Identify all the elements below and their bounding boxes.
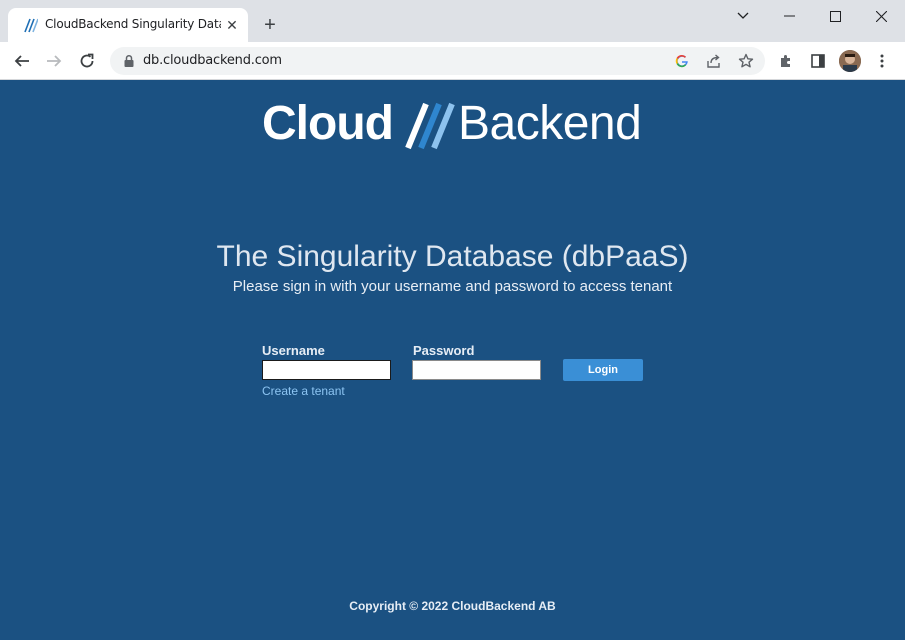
profile-avatar[interactable] [839, 50, 861, 72]
favicon-icon [24, 18, 38, 33]
page-title: The Singularity Database (dbPaaS) [216, 240, 689, 273]
reload-icon [80, 53, 94, 68]
password-label: Password [413, 343, 475, 358]
forward-icon [47, 55, 62, 67]
google-icon[interactable] [672, 51, 692, 71]
extensions-icon[interactable] [776, 51, 796, 71]
close-icon [875, 10, 887, 22]
tab-strip: CloudBackend Singularity Database ✕ + [0, 0, 905, 42]
page-subtitle: Please sign in with your username and pa… [232, 278, 673, 295]
username-input[interactable] [262, 360, 391, 380]
minimize-button[interactable] [766, 0, 812, 32]
logo-slashes-icon [405, 102, 455, 150]
login-page: Cloud Backend The Singularity Database (… [0, 80, 905, 640]
back-button[interactable] [8, 47, 36, 75]
sidepanel-icon[interactable] [808, 51, 828, 71]
tab-close-icon[interactable]: ✕ [224, 17, 240, 33]
tab-search-button[interactable] [720, 0, 766, 32]
browser-toolbar: db.cloudbackend.com [0, 42, 905, 80]
maximize-icon [829, 10, 841, 22]
password-input[interactable] [412, 360, 541, 380]
login-button[interactable]: Login [563, 359, 643, 381]
url-text[interactable]: db.cloudbackend.com [143, 53, 282, 68]
new-tab-button[interactable]: + [258, 13, 282, 37]
menu-icon[interactable] [872, 51, 892, 71]
share-icon[interactable] [704, 51, 724, 71]
username-label: Username [262, 343, 325, 358]
tab-title: CloudBackend Singularity Database [45, 17, 221, 31]
star-icon[interactable] [736, 51, 756, 71]
lock-icon[interactable] [122, 54, 136, 68]
browser-chrome: CloudBackend Singularity Database ✕ + d [0, 0, 905, 80]
copyright-footer: Copyright © 2022 CloudBackend AB [349, 599, 556, 613]
close-window-button[interactable] [858, 0, 904, 32]
minimize-icon [783, 15, 795, 17]
cloudbackend-logo: Cloud Backend [262, 96, 652, 152]
browser-tab[interactable]: CloudBackend Singularity Database ✕ [8, 8, 248, 42]
back-icon [14, 55, 29, 67]
address-bar[interactable]: db.cloudbackend.com [110, 47, 765, 75]
maximize-button[interactable] [812, 0, 858, 32]
logo-cloud-text: Cloud [262, 97, 394, 150]
logo-backend-text: Backend [458, 97, 642, 150]
create-tenant-link[interactable]: Create a tenant [262, 384, 345, 398]
forward-button[interactable] [40, 47, 68, 75]
chevron-down-icon [737, 12, 749, 19]
reload-button[interactable] [73, 47, 101, 75]
